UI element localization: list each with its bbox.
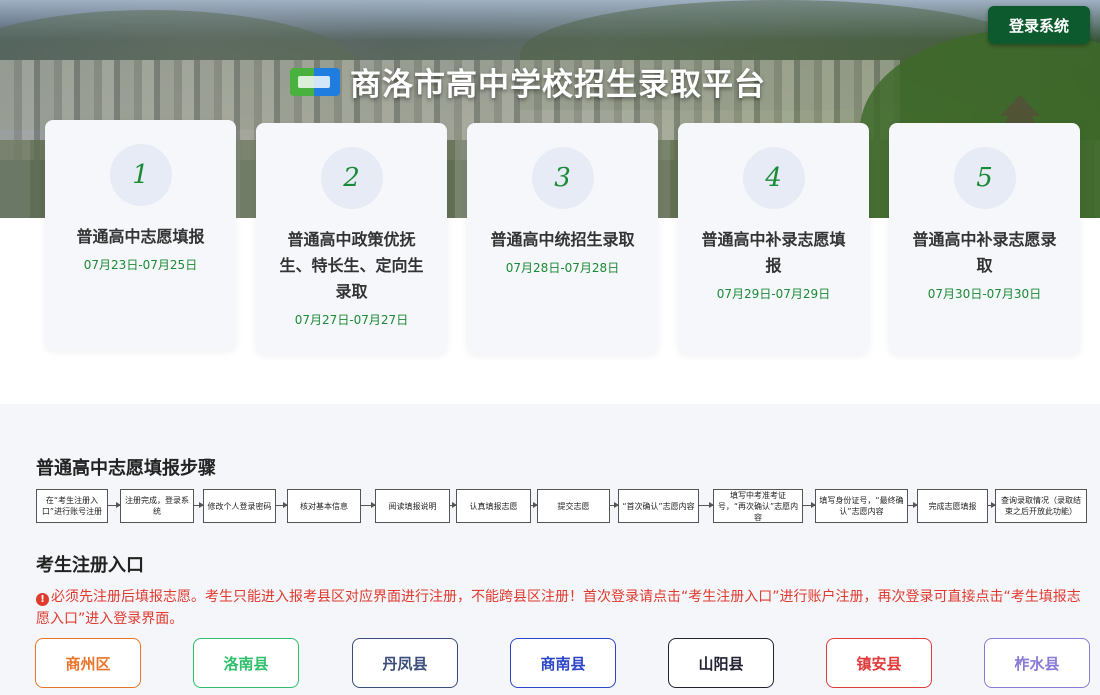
flow-step: 提交志愿 [537, 489, 610, 523]
logo-icon [290, 64, 342, 98]
login-button[interactable]: 登录系统 [988, 6, 1090, 44]
flow-step: 阅读填报说明 [375, 489, 450, 523]
site-title-block: 商洛市高中学校招生录取平台 [290, 58, 766, 104]
flow-step: 填写身份证号，“最终确认”志愿内容 [815, 489, 908, 523]
registration-section-title: 考生注册入口 [36, 555, 144, 576]
steps-flowchart: 在“考生注册入口”进行账号注册 注册完成，登录系统 修改个人登录密码 核对基本信… [36, 489, 1088, 523]
stage-name: 普通高中政策优抚生、特长生、定向生录取 [279, 230, 424, 301]
county-button-zhashui[interactable]: 柞水县 [984, 638, 1090, 688]
stage-number: 5 [953, 147, 1016, 209]
county-button-shangzhou[interactable]: 商州区 [35, 638, 141, 688]
stage-number: 2 [320, 147, 383, 209]
stage-date: 07月23日-07月25日 [83, 258, 198, 272]
stage-date: 07月28日-07月28日 [505, 261, 620, 275]
flow-arrow [276, 502, 288, 508]
flow-arrow [803, 502, 816, 508]
stage-name: 普通高中统招生录取 [490, 230, 635, 249]
stage-date: 07月27日-07月27日 [294, 313, 409, 327]
flow-step: “首次确认”志愿内容 [618, 489, 699, 523]
stage-number: 3 [531, 147, 594, 209]
alert-icon: ! [36, 593, 49, 606]
county-button-zhenan[interactable]: 镇安县 [826, 638, 932, 688]
flow-step: 填写中考准考证号，“再次确认”志愿内容 [713, 489, 803, 523]
flow-arrow [610, 502, 619, 508]
registration-notice: ! 必须先注册后填报志愿。考生只能进入报考县区对应界面进行注册，不能跨县区注册！首… [36, 586, 1092, 630]
stage-name: 普通高中志愿填报 [76, 227, 205, 246]
stage-date: 07月30日-07月30日 [927, 287, 1042, 301]
notice-text: 必须先注册后填报志愿。考生只能进入报考县区对应界面进行注册，不能跨县区注册！首次… [36, 589, 1081, 627]
flow-step: 查询录取情况（录取结束之后开放此功能） [995, 489, 1087, 523]
stage-number: 1 [109, 144, 172, 206]
flow-arrow [108, 502, 121, 508]
stage-name: 普通高中补录志愿填报 [701, 230, 846, 275]
county-button-danfeng[interactable]: 丹凤县 [352, 638, 458, 688]
flow-arrow [699, 502, 714, 508]
stage-card-3[interactable]: 3 普通高中统招生录取 07月28日-07月28日 [467, 123, 658, 354]
flow-step: 完成志愿填报 [917, 489, 988, 523]
stage-date: 07月29日-07月29日 [716, 287, 831, 301]
site-title: 商洛市高中学校招生录取平台 [350, 66, 766, 103]
flow-arrow [988, 502, 996, 508]
flow-step: 核对基本信息 [287, 489, 361, 523]
flow-step: 在“考生注册入口”进行账号注册 [36, 489, 108, 523]
flow-arrow [361, 502, 376, 508]
county-button-shanyang[interactable]: 山阳县 [668, 638, 774, 688]
stage-name: 普通高中补录志愿录取 [912, 230, 1057, 275]
county-button-luonan[interactable]: 洛南县 [193, 638, 299, 688]
stage-card-2[interactable]: 2 普通高中政策优抚生、特长生、定向生录取 07月27日-07月27日 [256, 123, 447, 354]
steps-section-title: 普通高中志愿填报步骤 [36, 458, 216, 479]
county-button-shangnan[interactable]: 商南县 [510, 638, 616, 688]
info-section: 普通高中志愿填报步骤 在“考生注册入口”进行账号注册 注册完成，登录系统 修改个… [0, 404, 1100, 695]
stage-number: 4 [742, 147, 805, 209]
flow-arrow [908, 502, 918, 508]
stage-card-1[interactable]: 1 普通高中志愿填报 07月23日-07月25日 [45, 120, 236, 350]
flow-step: 认真填报志愿 [456, 489, 531, 523]
flow-step: 修改个人登录密码 [203, 489, 276, 523]
flow-step: 注册完成，登录系统 [120, 489, 194, 523]
flow-arrow [194, 502, 204, 508]
stage-card-5[interactable]: 5 普通高中补录志愿录取 07月30日-07月30日 [889, 123, 1080, 354]
stage-card-4[interactable]: 4 普通高中补录志愿填报 07月29日-07月29日 [678, 123, 869, 354]
